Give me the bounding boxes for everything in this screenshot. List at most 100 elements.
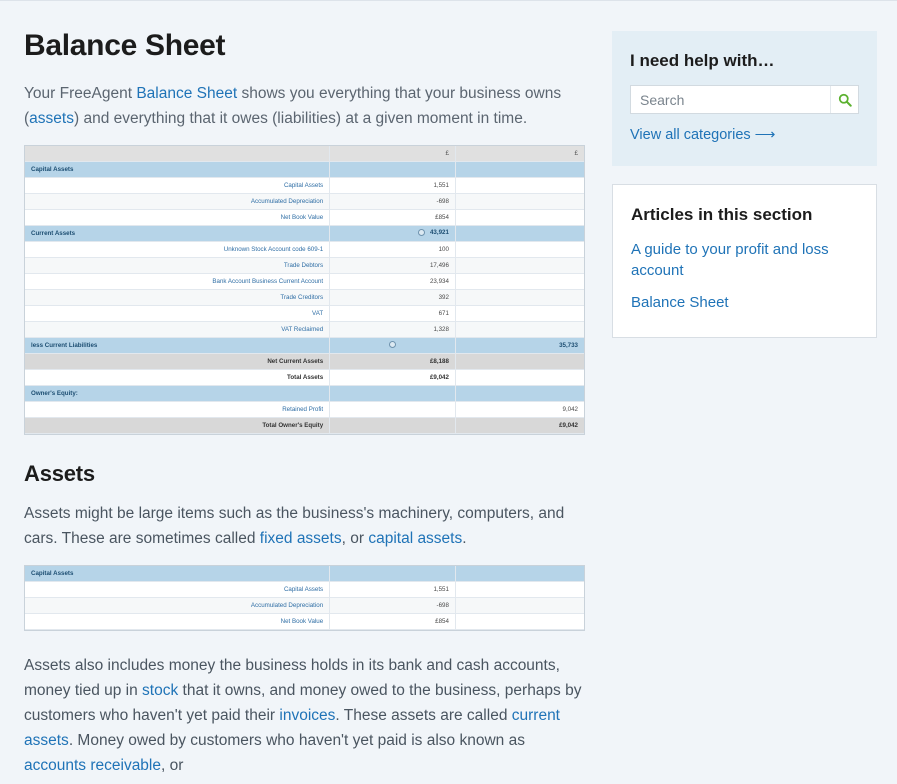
- row-value-1: [330, 417, 456, 433]
- search-bar[interactable]: [630, 85, 859, 114]
- row-label: Trade Debtors: [25, 257, 330, 273]
- row-value-2: [455, 566, 584, 582]
- table-row: Capital Assets1,551: [25, 582, 584, 598]
- row-value-1: [330, 161, 456, 177]
- assets-paragraph-2: Assets also includes money the business …: [24, 653, 586, 778]
- expand-toggle-icon[interactable]: [418, 229, 425, 236]
- section-title-assets: Assets: [24, 461, 586, 487]
- row-label: Capital Assets: [25, 582, 330, 598]
- list-item: Balance Sheet: [631, 292, 858, 313]
- link-assets[interactable]: assets: [29, 110, 74, 127]
- row-value-2: [455, 369, 584, 385]
- row-value-1: -698: [330, 598, 456, 614]
- capital-assets-table-body: Capital AssetsCapital Assets1,551Accumul…: [25, 566, 584, 630]
- table-row: VAT Reclaimed1,328: [25, 321, 584, 337]
- row-value-2: 9,042: [455, 401, 584, 417]
- row-value-1: 392: [330, 289, 456, 305]
- table-row: Net Current Assets£8,188: [25, 353, 584, 369]
- row-value-2: [455, 161, 584, 177]
- row-label: Accumulated Depreciation: [25, 193, 330, 209]
- row-value-2: [455, 177, 584, 193]
- row-value-1: £854: [330, 614, 456, 630]
- sidebar: I need help with… View all categories ⟶ …: [612, 1, 877, 784]
- row-value-2: [455, 209, 584, 225]
- row-label: Accumulated Depreciation: [25, 598, 330, 614]
- intro-text-1: Your FreeAgent: [24, 85, 136, 102]
- table-row: Bank Account Business Current Account23,…: [25, 273, 584, 289]
- row-value-1: 1,328: [330, 321, 456, 337]
- article-intro-paragraph: Your FreeAgent Balance Sheet shows you e…: [24, 81, 586, 131]
- row-value-2: [455, 385, 584, 401]
- link-fixed-assets[interactable]: fixed assets: [260, 530, 342, 547]
- row-value-2: £9,042: [455, 417, 584, 433]
- row-label: Total Owner's Equity: [25, 417, 330, 433]
- table-row: Total Owner's Equity £9,042: [25, 417, 584, 433]
- table-row: Accumulated Depreciation-698: [25, 598, 584, 614]
- capital-assets-table-image: Capital AssetsCapital Assets1,551Accumul…: [24, 565, 585, 632]
- row-value-2: [455, 598, 584, 614]
- row-value-1: [330, 385, 456, 401]
- page-layout: Balance Sheet Your FreeAgent Balance She…: [0, 1, 897, 784]
- search-button[interactable]: [830, 86, 858, 113]
- article-link-profit-and-loss[interactable]: A guide to your profit and loss account: [631, 241, 829, 279]
- article-main-column: Balance Sheet Your FreeAgent Balance She…: [24, 1, 586, 784]
- row-label: Bank Account Business Current Account: [25, 273, 330, 289]
- assets-p1-text-2: , or: [342, 530, 369, 547]
- row-label: Net Current Assets: [25, 353, 330, 369]
- table-row: Unknown Stock Account code 609-1100: [25, 241, 584, 257]
- row-value-2: [455, 582, 584, 598]
- link-invoices[interactable]: invoices: [279, 707, 335, 724]
- row-label: Capital Assets: [25, 177, 330, 193]
- assets-p2-text-3: . These assets are called: [335, 707, 511, 724]
- table-row: Retained Profit 9,042: [25, 401, 584, 417]
- row-value-1: £8,188: [330, 353, 456, 369]
- search-icon: [838, 93, 852, 107]
- row-value-2: [455, 614, 584, 630]
- search-input[interactable]: [631, 86, 830, 113]
- intro-text-3: ) and everything that it owes (liabiliti…: [74, 110, 527, 127]
- view-all-categories-link[interactable]: View all categories ⟶: [630, 127, 775, 143]
- link-balance-sheet[interactable]: Balance Sheet: [136, 85, 237, 102]
- row-value-1: [330, 566, 456, 582]
- link-stock[interactable]: stock: [142, 682, 178, 699]
- header-currency-2: £: [455, 146, 584, 161]
- row-value-1: 1,551: [330, 177, 456, 193]
- row-label: Trade Creditors: [25, 289, 330, 305]
- table-row: Trade Debtors17,496: [25, 257, 584, 273]
- table-header-row: ££: [25, 146, 584, 161]
- row-label: Unknown Stock Account code 609-1: [25, 241, 330, 257]
- row-value-2: [455, 289, 584, 305]
- row-value-1: £854: [330, 209, 456, 225]
- help-search-panel: I need help with… View all categories ⟶: [612, 31, 877, 166]
- row-value-1: 23,934: [330, 273, 456, 289]
- help-panel-heading: I need help with…: [630, 51, 859, 71]
- row-value-1: £9,042: [330, 369, 456, 385]
- row-label: Owner's Equity:: [25, 385, 330, 401]
- row-value-1: 1,551: [330, 582, 456, 598]
- table-row: Net Book Value£854: [25, 614, 584, 630]
- row-value-2: [455, 193, 584, 209]
- link-accounts-receivable[interactable]: accounts receivable: [24, 757, 161, 774]
- row-value-2: 35,733: [455, 337, 584, 353]
- link-capital-assets[interactable]: capital assets: [368, 530, 462, 547]
- row-label: VAT: [25, 305, 330, 321]
- row-label: Net Book Value: [25, 614, 330, 630]
- capital-assets-table: Capital AssetsCapital Assets1,551Accumul…: [25, 566, 584, 631]
- expand-toggle-icon[interactable]: [389, 341, 396, 348]
- row-value-1: [330, 337, 456, 353]
- table-row: Accumulated Depreciation-698: [25, 193, 584, 209]
- table-row: Net Book Value£854: [25, 209, 584, 225]
- page-title: Balance Sheet: [24, 29, 586, 63]
- assets-p1-text-3: .: [462, 530, 466, 547]
- table-row: Current Assets 43,921: [25, 225, 584, 241]
- articles-list: A guide to your profit and loss account …: [631, 239, 858, 313]
- table-row: Owner's Equity:: [25, 385, 584, 401]
- table-row: Capital Assets1,551: [25, 177, 584, 193]
- article-link-balance-sheet[interactable]: Balance Sheet: [631, 294, 729, 311]
- table-row: Capital Assets: [25, 161, 584, 177]
- row-value-1: -698: [330, 193, 456, 209]
- row-label: Net Book Value: [25, 209, 330, 225]
- row-label: Retained Profit: [25, 401, 330, 417]
- row-value-1: 43,921: [330, 225, 456, 241]
- articles-panel-heading: Articles in this section: [631, 205, 858, 225]
